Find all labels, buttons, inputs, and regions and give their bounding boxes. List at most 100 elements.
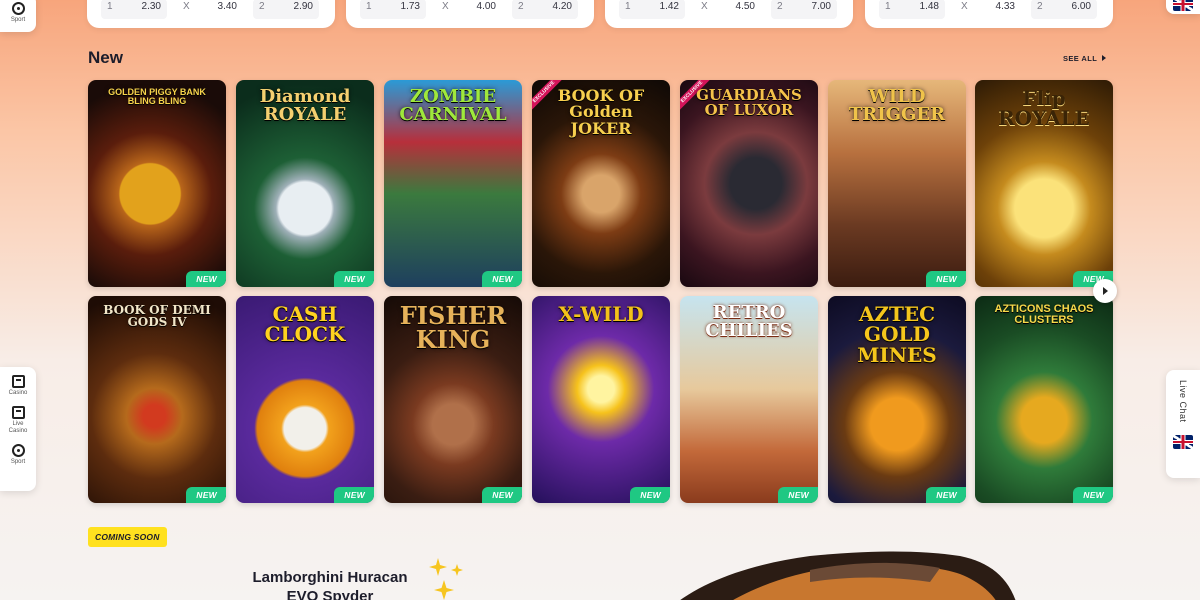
new-badge: NEW [482, 487, 522, 503]
sparkles-icon [429, 558, 463, 600]
rail-label: Casino [8, 390, 28, 396]
game-tile[interactable]: CASH CLOCK NEW [236, 296, 374, 503]
odds-card[interactable]: 1 1.42 X 4.50 2 7.00 [605, 0, 853, 28]
rail-sport-top[interactable]: Sport [0, 2, 36, 23]
game-art [88, 80, 226, 287]
game-art [975, 296, 1113, 503]
game-tile[interactable]: AZTEC GOLD MINES NEW [828, 296, 966, 503]
odds-value: 4.50 [735, 1, 755, 12]
game-title: AZTICONS CHAOS CLUSTERS [994, 303, 1094, 327]
odds-value: 1.48 [919, 1, 939, 12]
rail-live-casino[interactable]: Live Casino [0, 406, 36, 434]
odds-value: 3.40 [217, 1, 237, 12]
new-badge: NEW [926, 271, 966, 287]
odds-label: 1 [625, 1, 631, 12]
new-badge: NEW [926, 487, 966, 503]
see-all-link[interactable]: SEE ALL [1063, 54, 1106, 63]
rail-label: Sport [10, 459, 26, 466]
odds-label: X [442, 1, 449, 12]
rail-sport[interactable]: Sport [0, 444, 36, 465]
rail-casino[interactable]: Casino [0, 375, 36, 396]
carousel-next-button[interactable] [1093, 279, 1117, 303]
new-badge: NEW [334, 271, 374, 287]
odds-value: 4.20 [552, 1, 572, 12]
game-tile[interactable]: WILD TRIGGER NEW [828, 80, 966, 287]
odds-draw[interactable]: X 3.40 [177, 0, 243, 19]
odds-draw[interactable]: X 4.00 [436, 0, 502, 19]
odds-label: 1 [107, 1, 113, 12]
odds-home[interactable]: 1 2.30 [101, 0, 167, 19]
soccer-ball-icon [11, 2, 25, 15]
odds-value: 1.73 [400, 1, 420, 12]
new-badge: NEW [630, 487, 670, 503]
game-title: WILD TRIGGER [848, 86, 946, 126]
odds-value: 2.90 [293, 1, 313, 12]
odds-home[interactable]: 1 1.42 [619, 0, 685, 19]
new-badge: NEW [334, 487, 374, 503]
odds-card[interactable]: 1 2.30 X 3.40 2 2.90 [87, 0, 335, 28]
odds-away[interactable]: 2 6.00 [1031, 0, 1097, 19]
rail-label: Sport [10, 17, 26, 23]
odds-label: X [961, 1, 968, 12]
game-title: BOOK OF DEMI GODS IV [103, 303, 211, 330]
odds-value: 7.00 [811, 1, 831, 12]
game-title: BOOK OF Golden JOKER [557, 86, 645, 138]
rail-label: Live Casino [8, 421, 28, 434]
game-tile[interactable]: RETRO CHILIES NEW [680, 296, 818, 503]
odds-away[interactable]: 2 2.90 [253, 0, 319, 19]
odds-away[interactable]: 2 7.00 [771, 0, 837, 19]
game-tile[interactable]: Diamond ROYALE NEW [236, 80, 374, 287]
soccer-ball-icon [11, 444, 25, 458]
odds-home[interactable]: 1 1.48 [879, 0, 945, 19]
game-title: Diamond ROYALE [259, 86, 351, 126]
game-tile[interactable]: X-WILD NEW [532, 296, 670, 503]
odds-label: 1 [885, 1, 891, 12]
odds-home[interactable]: 1 1.73 [360, 0, 426, 19]
game-title: X-WILD [558, 302, 644, 326]
odds-label: 2 [777, 1, 783, 12]
odds-label: 2 [518, 1, 524, 12]
uk-flag-icon[interactable] [1173, 434, 1193, 449]
new-badge: NEW [1073, 487, 1113, 503]
game-title: RETRO CHILIES [705, 302, 793, 342]
odds-card[interactable]: 1 1.73 X 4.00 2 4.20 [346, 0, 594, 28]
right-rail: Live Chat [1166, 370, 1200, 478]
odds-label: 2 [259, 1, 265, 12]
game-tile[interactable]: ZOMBIE CARNIVAL NEW [384, 80, 522, 287]
section-title: New [88, 48, 123, 67]
odds-label: X [183, 1, 190, 12]
odds-card[interactable]: 1 1.48 X 4.33 2 6.00 [865, 0, 1113, 28]
left-rail: Casino Live Casino Sport [0, 367, 36, 491]
game-tile[interactable]: EXCLUSIVE BOOK OF Golden JOKER [532, 80, 670, 287]
game-tile[interactable]: Flip ROYALE NEW [975, 80, 1113, 287]
slot-machine-icon [11, 375, 25, 388]
odds-value: 2.30 [141, 1, 161, 12]
game-title: GUARDIANS OF LUXOR [696, 86, 802, 120]
game-tile[interactable]: BOOK OF DEMI GODS IV NEW [88, 296, 226, 503]
game-title: CASH CLOCK [264, 302, 346, 347]
game-title: Flip ROYALE [998, 86, 1090, 131]
new-badge: NEW [186, 271, 226, 287]
game-tile[interactable]: GOLDEN PIGGY BANK BLING BLING NEW [88, 80, 226, 287]
playing-cards-icon [11, 406, 25, 419]
odds-value: 4.33 [995, 1, 1015, 12]
odds-label: 2 [1037, 1, 1043, 12]
live-chat-button[interactable]: Live Chat [1178, 380, 1188, 423]
coming-soon-badge: COMING SOON [88, 527, 167, 547]
odds-draw[interactable]: X 4.33 [955, 0, 1021, 19]
new-badge: NEW [778, 487, 818, 503]
car-image [680, 551, 1016, 600]
odds-label: 1 [366, 1, 372, 12]
game-title: GOLDEN PIGGY BANK BLING BLING [108, 87, 206, 107]
odds-away[interactable]: 2 4.20 [512, 0, 578, 19]
game-art [532, 296, 670, 503]
game-title: AZTEC GOLD MINES [857, 302, 937, 367]
game-tile[interactable]: FISHER KING NEW [384, 296, 522, 503]
uk-flag-icon[interactable] [1173, 0, 1193, 11]
odds-draw[interactable]: X 4.50 [695, 0, 761, 19]
odds-label: X [701, 1, 708, 12]
prize-title: Lamborghini Huracan EVO Spyder [252, 569, 408, 600]
game-tile[interactable]: EXCLUSIVE GUARDIANS OF LUXOR [680, 80, 818, 287]
odds-value: 1.42 [659, 1, 679, 12]
game-tile[interactable]: AZTICONS CHAOS CLUSTERS NEW [975, 296, 1113, 503]
